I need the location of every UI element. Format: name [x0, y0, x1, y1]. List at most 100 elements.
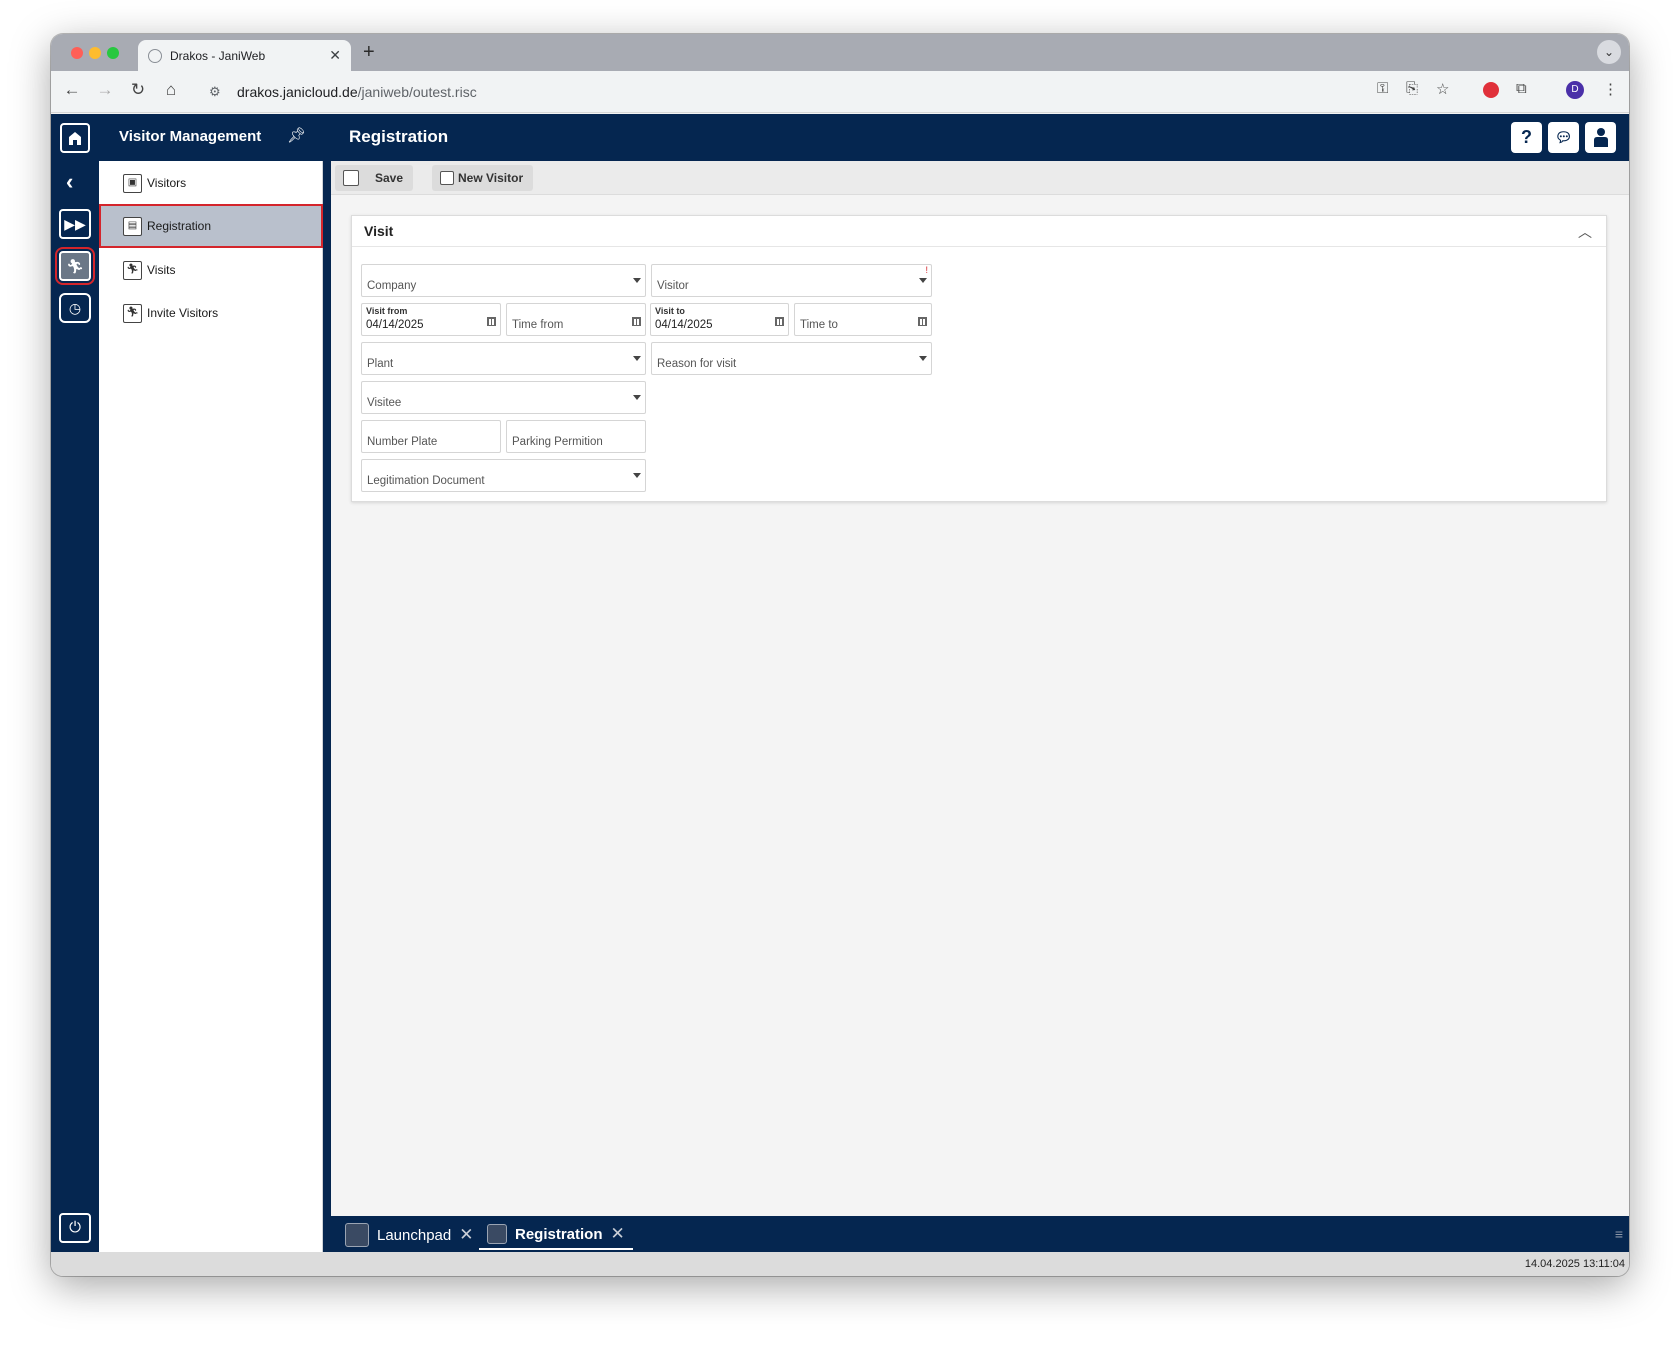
nav-item-visitors[interactable]: ▣ Visitors [99, 161, 323, 205]
dropdown-caret-icon [633, 395, 641, 400]
launchpad-home-button[interactable] [60, 123, 90, 153]
extensions-puzzle-icon[interactable]: ⧉ [1516, 80, 1527, 97]
new-visitor-button[interactable]: New Visitor [432, 165, 534, 191]
house-icon [69, 132, 81, 145]
visit-section-title: Visit [352, 216, 1606, 247]
chat-button[interactable]: 💬︎ [1548, 122, 1579, 153]
visitor-select[interactable]: ! Visitor [651, 264, 932, 297]
save-button[interactable]: Save [335, 165, 414, 191]
legitimation-document-select[interactable]: Legitimation Document [361, 459, 646, 492]
new-visitor-label: New Visitor [458, 171, 524, 185]
home-icon[interactable]: ⌂ [160, 80, 182, 100]
visitee-select[interactable]: Visitee [361, 381, 646, 414]
new-tab-button[interactable]: + [363, 41, 375, 64]
minimize-window-button[interactable] [89, 47, 101, 59]
password-key-icon[interactable]: ⚿ [1377, 80, 1388, 97]
legitimation-placeholder: Legitimation Document [367, 475, 485, 487]
house-icon [345, 1223, 369, 1247]
nav-item-label: Visits [147, 263, 176, 277]
install-app-icon[interactable]: ⎘ [1406, 80, 1418, 97]
dropdown-caret-icon [919, 356, 927, 361]
open-tabs-bar: Launchpad ✕ Registration ✕ ≡ [323, 1216, 1629, 1252]
browser-tab-title: Drakos - JaniWeb [170, 48, 266, 63]
collapse-chevron-icon[interactable]: ‹ [66, 169, 73, 195]
parking-placeholder: Parking Permition [512, 436, 603, 448]
nav-item-label: Visitors [147, 176, 187, 190]
page-title: Registration [349, 127, 449, 146]
plant-select[interactable]: Plant [361, 342, 646, 375]
adblock-icon[interactable] [1483, 82, 1499, 98]
company-placeholder: Company [367, 280, 417, 292]
visitor-card-icon: ▣ [123, 173, 142, 193]
nav-item-invite-visitors[interactable]: 🏃︎ Invite Visitors [99, 291, 323, 335]
dropdown-caret-icon [633, 356, 641, 361]
time-to-field[interactable]: Time to [794, 303, 932, 336]
collapse-chevron-up-icon[interactable]: ︿ [1578, 222, 1592, 242]
visit-from-label: Visit from [366, 306, 408, 316]
close-tab-icon[interactable]: ✕ [459, 1225, 473, 1245]
nav-item-label: Invite Visitors [147, 306, 219, 320]
app-header: Visitor Management 📌︎ Registration ? 💬︎ [51, 114, 1629, 161]
calendar-icon[interactable] [775, 317, 784, 326]
command-bar: Save New Visitor [331, 161, 1629, 195]
calendar-icon[interactable] [487, 317, 496, 326]
number-plate-placeholder: Number Plate [367, 436, 438, 448]
calendar-icon[interactable] [918, 317, 927, 326]
company-select[interactable]: Company [361, 264, 646, 297]
media-rail-button[interactable]: ▶▶ [59, 209, 91, 239]
parking-permition-input[interactable]: Parking Permition [506, 420, 646, 453]
close-tab-icon[interactable]: ✕ [611, 1224, 625, 1244]
required-marker: ! [925, 265, 928, 275]
visitor-placeholder: Visitor [657, 280, 689, 292]
browser-toolbar: ← → ↻ ⌂ ⚙ drakos.janicloud.de/janiweb/ou… [51, 71, 1629, 113]
task-tab-registration[interactable]: Registration ✕ [479, 1220, 633, 1250]
profile-avatar[interactable]: D [1566, 81, 1584, 99]
forward-arrow-icon[interactable]: → [94, 80, 116, 100]
user-icon [1593, 128, 1608, 147]
visitor-management-rail-button[interactable]: 🏃︎ [55, 247, 95, 285]
bookmark-star-icon[interactable]: ☆ [1436, 80, 1449, 98]
floppy-disk-icon [343, 170, 359, 186]
tab-search-button[interactable]: ⌄ [1597, 40, 1621, 64]
visit-from-value: 04/14/2025 [366, 319, 424, 331]
time-from-field[interactable]: Time from [506, 303, 646, 336]
calendar-icon[interactable] [632, 317, 641, 326]
dropdown-caret-icon [633, 278, 641, 283]
maximize-window-button[interactable] [107, 47, 119, 59]
visit-to-date[interactable]: Visit to 04/14/2025 [650, 303, 789, 336]
close-window-button[interactable] [71, 47, 83, 59]
walking-person-icon: 🏃︎ [123, 260, 142, 280]
nav-item-registration[interactable]: ▤ Registration [99, 204, 323, 248]
visit-from-date[interactable]: Visit from 04/14/2025 [361, 303, 501, 336]
user-profile-button[interactable] [1585, 122, 1616, 153]
visitee-placeholder: Visitee [367, 397, 402, 409]
dropdown-caret-icon [633, 473, 641, 478]
save-label: Save [375, 171, 404, 185]
browser-window: Drakos - JaniWeb ✕ + ⌄ ← → ↻ ⌂ ⚙ drakos.… [51, 34, 1629, 1276]
browser-menu-icon[interactable]: ⋮ [1603, 80, 1618, 98]
hamburger-menu-icon[interactable]: ≡ [1615, 1226, 1623, 1242]
reason-for-visit-select[interactable]: Reason for visit [651, 342, 932, 375]
address-bar[interactable]: ⚙ drakos.janicloud.de/janiweb/outest.ris… [197, 77, 1417, 107]
close-tab-icon[interactable]: ✕ [329, 47, 341, 64]
registration-icon: ▤ [123, 216, 142, 236]
url-host: drakos.janicloud.de [237, 84, 358, 100]
nav-item-visits[interactable]: 🏃︎ Visits [99, 248, 323, 292]
browser-tabstrip: Drakos - JaniWeb ✕ + ⌄ [51, 34, 1629, 71]
task-tab-label: Launchpad [377, 1226, 452, 1244]
power-button[interactable]: ⏻ [59, 1213, 91, 1243]
pin-icon[interactable]: 📌︎ [287, 126, 306, 144]
help-button[interactable]: ? [1511, 122, 1542, 153]
module-title: Visitor Management [119, 128, 262, 145]
back-arrow-icon[interactable]: ← [61, 80, 83, 100]
site-settings-icon[interactable]: ⚙ [209, 84, 225, 100]
reload-icon[interactable]: ↻ [127, 80, 149, 100]
task-tab-launchpad[interactable]: Launchpad ✕ [345, 1220, 474, 1250]
panel-splitter[interactable] [323, 161, 331, 1252]
visit-to-label: Visit to [655, 306, 685, 316]
browser-tab[interactable]: Drakos - JaniWeb ✕ [138, 40, 351, 71]
url-path: /janiweb/outest.risc [357, 84, 477, 100]
time-rail-button[interactable]: ◷ [59, 293, 91, 323]
task-tab-label: Registration [515, 1225, 603, 1243]
number-plate-input[interactable]: Number Plate [361, 420, 501, 453]
